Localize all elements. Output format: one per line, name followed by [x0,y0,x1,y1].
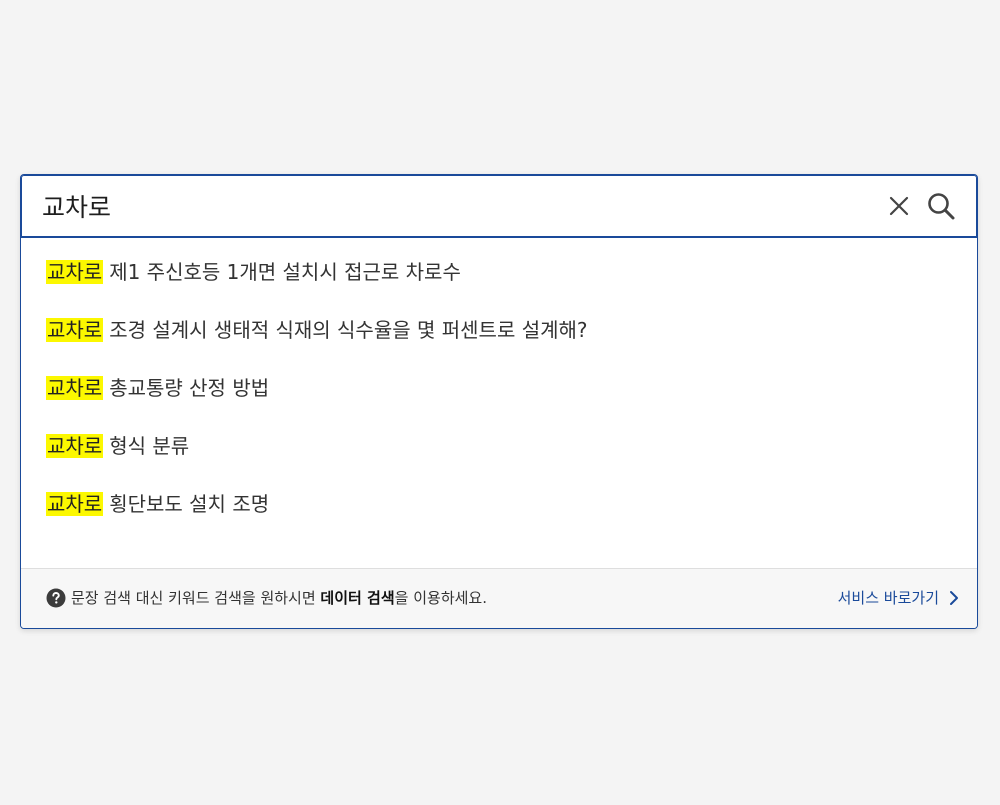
search-button[interactable] [926,191,956,221]
search-icon [928,193,955,220]
footer-text: 문장 검색 대신 키워드 검색을 원하시면 데이터 검색을 이용하세요. [71,588,487,608]
suggestion-item[interactable]: 교차로 제1 주신호등 1개면 설치시 접근로 차로수 [21,257,977,315]
close-icon [889,196,909,216]
suggestion-text: 형식 분류 [109,434,190,458]
search-bar [21,175,977,238]
suggestion-item[interactable]: 교차로 횡단보도 설치 조명 [21,489,977,547]
suggestion-item[interactable]: 교차로 조경 설계시 생태적 식재의 식수율을 몇 퍼센트로 설계해? [21,315,977,373]
footer-text-before: 문장 검색 대신 키워드 검색을 원하시면 [71,589,321,607]
suggestion-text: 제1 주신호등 1개면 설치시 접근로 차로수 [109,260,461,284]
suggestion-highlight: 교차로 [46,260,104,284]
footer-text-bold: 데이터 검색 [320,589,395,607]
suggestion-text: 횡단보도 설치 조명 [109,492,270,516]
suggestion-text: 총교통량 산정 방법 [109,376,270,400]
suggestion-highlight: 교차로 [46,434,104,458]
chevron-right-icon [950,591,958,605]
search-panel: 교차로 제1 주신호등 1개면 설치시 접근로 차로수 교차로 조경 설계시 생… [20,174,978,629]
suggestion-highlight: 교차로 [46,318,104,342]
footer-text-after: 을 이용하세요. [394,589,487,607]
service-link-label: 서비스 바로가기 [837,589,939,607]
clear-button[interactable] [886,193,912,219]
suggestion-highlight: 교차로 [46,376,104,400]
suggestion-item[interactable]: 교차로 형식 분류 [21,431,977,489]
service-shortcut-link[interactable]: 서비스 바로가기 [838,587,961,609]
footer-notice: 문장 검색 대신 키워드 검색을 원하시면 데이터 검색을 이용하세요. 서비스… [21,568,977,628]
question-circle-icon [46,588,66,608]
suggestion-highlight: 교차로 [46,492,104,516]
search-input[interactable] [42,186,862,226]
suggestion-list: 교차로 제1 주신호등 1개면 설치시 접근로 차로수 교차로 조경 설계시 생… [21,239,977,547]
suggestion-item[interactable]: 교차로 총교통량 산정 방법 [21,373,977,431]
suggestion-text: 조경 설계시 생태적 식재의 식수율을 몇 퍼센트로 설계해? [109,318,588,342]
